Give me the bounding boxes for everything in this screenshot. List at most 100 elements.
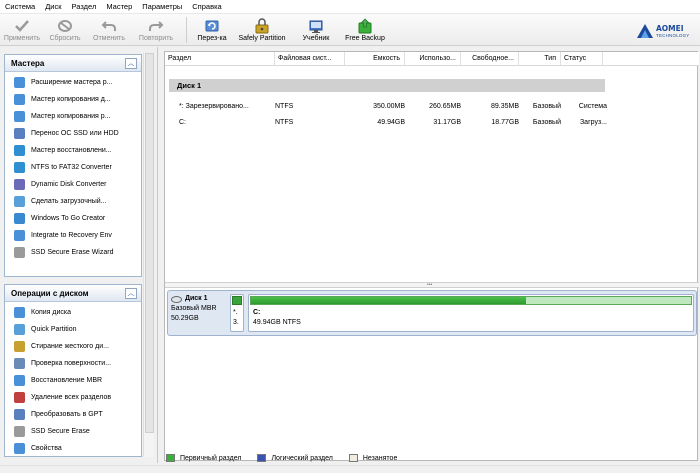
- sidebar-item[interactable]: Преобразовать в GPT: [5, 406, 141, 423]
- disk-map-type: Базовый MBR: [171, 305, 217, 312]
- wizards-panel-header[interactable]: Мастера ︿: [5, 55, 141, 72]
- left-sidebar: Мастера ︿ Расширение мастера р... Мастер …: [0, 47, 158, 463]
- wizard-icon: [14, 247, 25, 258]
- cell-capacity: 49.94GB: [377, 119, 405, 126]
- disk-group-header[interactable]: Диск 1: [169, 79, 605, 92]
- column-header-type[interactable]: Тип: [519, 52, 561, 65]
- sidebar-item-label: Восстановление MBR: [31, 377, 103, 384]
- menu-wizard[interactable]: Мастер: [101, 0, 137, 14]
- cell-free: 18.77GB: [491, 119, 519, 126]
- toolbar-separator: [186, 17, 187, 43]
- sidebar-item[interactable]: Quick Partition: [5, 321, 141, 338]
- column-header-free[interactable]: Свободное...: [461, 52, 519, 65]
- free-backup-button[interactable]: Free Backup: [339, 14, 391, 46]
- discard-icon: [56, 17, 74, 34]
- sidebar-item[interactable]: Windows To Go Creator: [5, 210, 141, 227]
- backup-icon: [356, 17, 374, 34]
- reload-button[interactable]: Перез-ка: [193, 14, 231, 46]
- partition-block-reserved-label: *. 3.: [233, 308, 239, 328]
- sidebar-item[interactable]: Integrate to Recovery Env: [5, 227, 141, 244]
- sidebar-item[interactable]: Свойства: [5, 440, 141, 457]
- disk-operations-panel-title: Операции с диском: [11, 288, 89, 298]
- sidebar-item[interactable]: SSD Secure Erase Wizard: [5, 244, 141, 261]
- wizard-icon: [14, 324, 25, 335]
- wizard-icon: [14, 145, 25, 156]
- legend-swatch-primary: [166, 454, 175, 462]
- disk-operations-panel-header[interactable]: Операции с диском ︿: [5, 285, 141, 302]
- sidebar-item[interactable]: Стирание жесткого ди...: [5, 338, 141, 355]
- sidebar-item[interactable]: Проверка поверхности...: [5, 355, 141, 372]
- partition-block-reserved[interactable]: *. 3.: [230, 294, 244, 332]
- cell-used: 31.17GB: [433, 119, 461, 126]
- column-header-partition[interactable]: Раздел: [165, 52, 275, 65]
- undo-button[interactable]: Отменить: [86, 14, 132, 46]
- legend-item-unallocated: Незанятое: [348, 454, 397, 462]
- apply-button[interactable]: Применить: [0, 14, 44, 46]
- sidebar-item[interactable]: Мастер копирования д...: [5, 91, 141, 108]
- pane-splitter[interactable]: •••: [165, 282, 699, 288]
- cell-status: Загруз...: [579, 119, 607, 126]
- sidebar-item-label: Расширение мастера р...: [31, 79, 113, 86]
- legend-swatch-unallocated: [348, 454, 358, 462]
- column-header-used[interactable]: Использо...: [405, 52, 461, 65]
- safely-partition-button[interactable]: Safely Partition: [231, 14, 293, 46]
- wizard-icon: [14, 213, 25, 224]
- wizard-icon: [14, 392, 25, 403]
- redo-button[interactable]: Повторить: [132, 14, 180, 46]
- sidebar-item-label: SSD Secure Erase: [31, 428, 90, 435]
- disk-map[interactable]: Диск 1 Базовый MBR 50.29GB *. 3. C: 49.9…: [167, 290, 697, 336]
- splitter-grip-icon: •••: [427, 282, 433, 288]
- sidebar-item-label: Сделать загрузочный...: [31, 198, 107, 205]
- legend-item-primary: Первичный раздел: [166, 454, 241, 462]
- column-header-capacity[interactable]: Емкость: [345, 52, 405, 65]
- sidebar-scrollbar-thumb[interactable]: [145, 53, 154, 433]
- sidebar-item-label: Проверка поверхности...: [31, 360, 112, 367]
- menu-partition[interactable]: Раздел: [67, 0, 102, 14]
- tutorial-button[interactable]: Учебник: [293, 14, 339, 46]
- sidebar-item[interactable]: Расширение мастера р...: [5, 74, 141, 91]
- collapse-up-icon[interactable]: ︿: [125, 57, 137, 69]
- sidebar-item[interactable]: Мастер восстановлени...: [5, 142, 141, 159]
- sidebar-item[interactable]: Сделать загрузочный...: [5, 193, 141, 210]
- table-row[interactable]: *: Зарезервировано... NTFS 350.00MB 260.…: [165, 100, 699, 114]
- collapse-up-icon[interactable]: ︿: [125, 287, 137, 299]
- disk-map-size: 50.29GB: [171, 315, 199, 322]
- sidebar-item[interactable]: NTFS to FAT32 Converter: [5, 159, 141, 176]
- wizard-icon: [14, 341, 25, 352]
- table-row[interactable]: C: NTFS 49.94GB 31.17GB 18.77GB Базовый …: [165, 116, 699, 130]
- column-header-status[interactable]: Статус: [561, 52, 603, 65]
- wizard-icon: [14, 426, 25, 437]
- sidebar-item-label: Свойства: [31, 445, 62, 452]
- logo-brand: AOMEI: [656, 23, 684, 33]
- sidebar-item-label: Windows To Go Creator: [31, 215, 106, 222]
- sidebar-item[interactable]: Мастер копирования р...: [5, 108, 141, 125]
- wizard-icon: [14, 111, 25, 122]
- disk-map-info: Диск 1 Базовый MBR 50.29GB: [171, 294, 227, 332]
- menu-settings[interactable]: Параметры: [137, 0, 187, 14]
- sidebar-item[interactable]: SSD Secure Erase: [5, 423, 141, 440]
- column-header-filesystem[interactable]: Файловая сист...: [275, 52, 345, 65]
- sidebar-item-label: NTFS to FAT32 Converter: [31, 164, 112, 171]
- sidebar-item[interactable]: Восстановление MBR: [5, 372, 141, 389]
- sidebar-item[interactable]: Перенос ОС SSD или HDD: [5, 125, 141, 142]
- sidebar-item[interactable]: Dynamic Disk Converter: [5, 176, 141, 193]
- sidebar-scrollbar[interactable]: [143, 53, 154, 457]
- menu-help[interactable]: Справка: [187, 0, 226, 14]
- partition-usage-fill: [251, 297, 526, 304]
- wizard-icon: [14, 77, 25, 88]
- wizard-icon: [14, 375, 25, 386]
- disk-map-name: Диск 1: [185, 295, 208, 302]
- menu-system[interactable]: Система: [0, 0, 40, 14]
- wizard-icon: [14, 409, 25, 420]
- logo-subtitle: TECHNOLOGY: [656, 32, 690, 38]
- sidebar-item[interactable]: Копия диска: [5, 304, 141, 321]
- menu-disk[interactable]: Диск: [40, 0, 66, 14]
- wizard-icon: [14, 128, 25, 139]
- cell-filesystem: NTFS: [275, 119, 294, 126]
- discard-button[interactable]: Сбросить: [44, 14, 86, 46]
- sidebar-item-label: Стирание жесткого ди...: [31, 343, 109, 350]
- partition-c-letter: C:: [253, 309, 261, 316]
- cell-free: 89.35MB: [490, 103, 519, 110]
- sidebar-item[interactable]: Удаление всех разделов: [5, 389, 141, 406]
- partition-block-c[interactable]: C: 49.94GB NTFS: [248, 294, 694, 332]
